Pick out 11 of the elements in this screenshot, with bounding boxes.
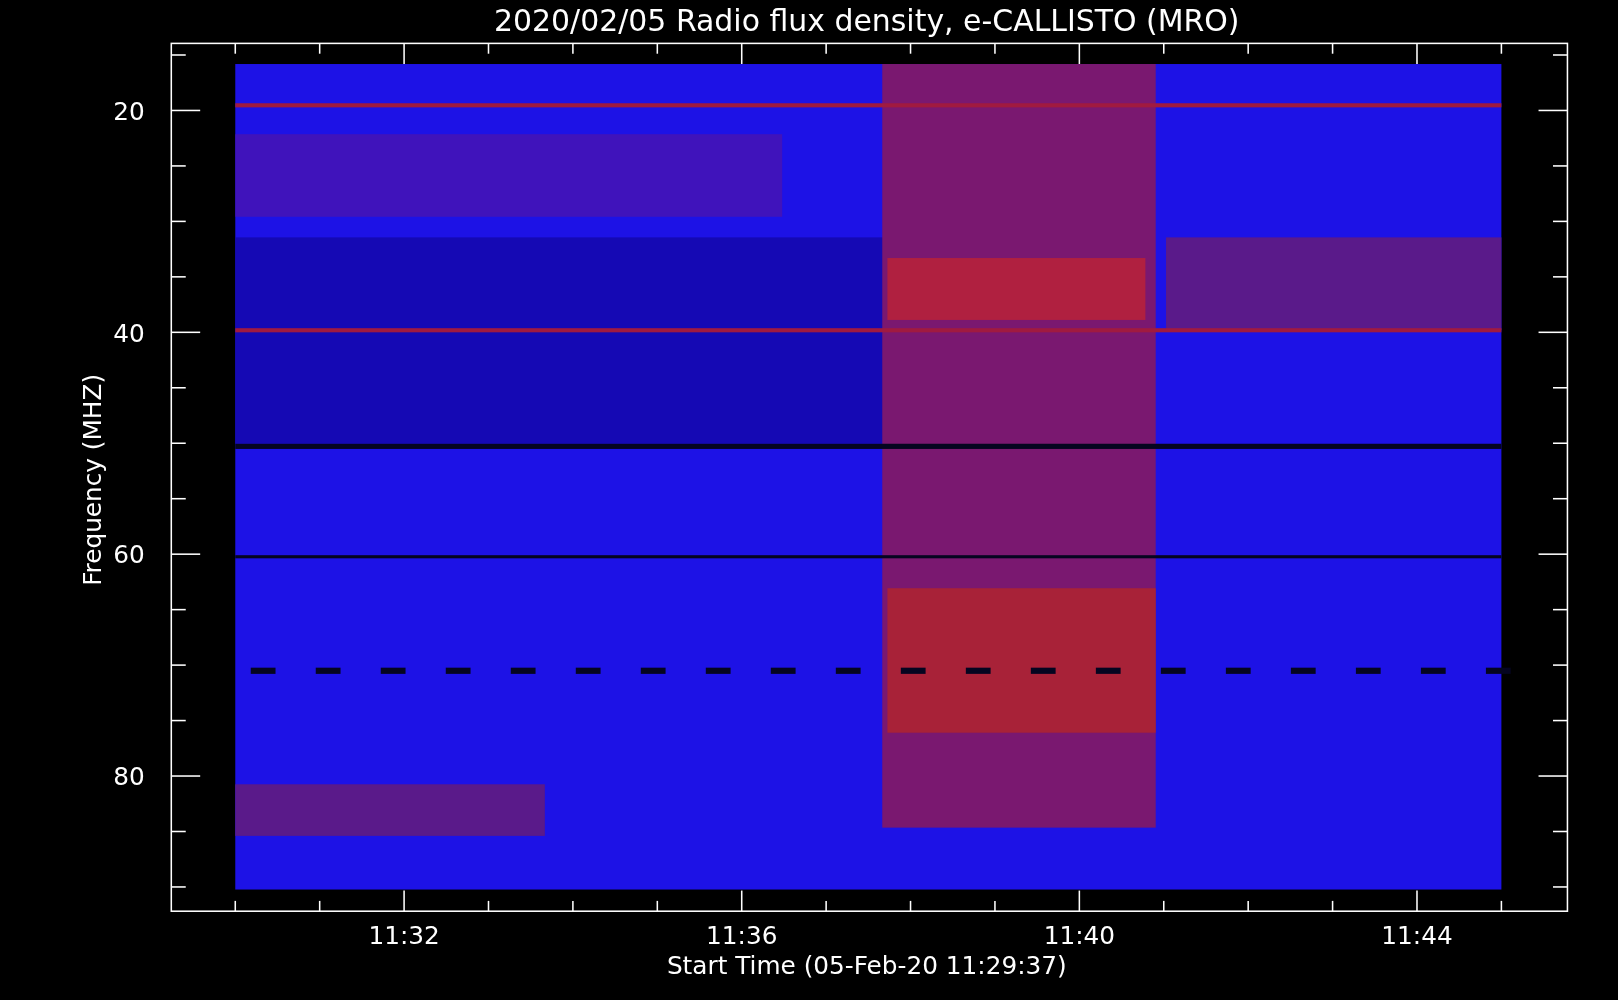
x-tick-label: 11:36 [706,921,778,951]
x-tick-label: 11:44 [1381,921,1453,951]
y-axis-label: Frequency (MHZ) [78,373,108,586]
x-tick-label: 11:40 [1043,921,1115,951]
y-tick-label: 20 [113,96,145,126]
x-tick-label: 11:32 [368,921,440,951]
chart-title: 2020/02/05 Radio flux density, e-CALLISTO (MRO) [494,3,1240,38]
y-tick-label: 60 [113,540,145,570]
y-tick-label: 80 [113,762,145,792]
y-tick-label: 40 [113,318,145,348]
x-axis-label: Start Time (05-Feb-20 11:29:37) [666,951,1067,981]
